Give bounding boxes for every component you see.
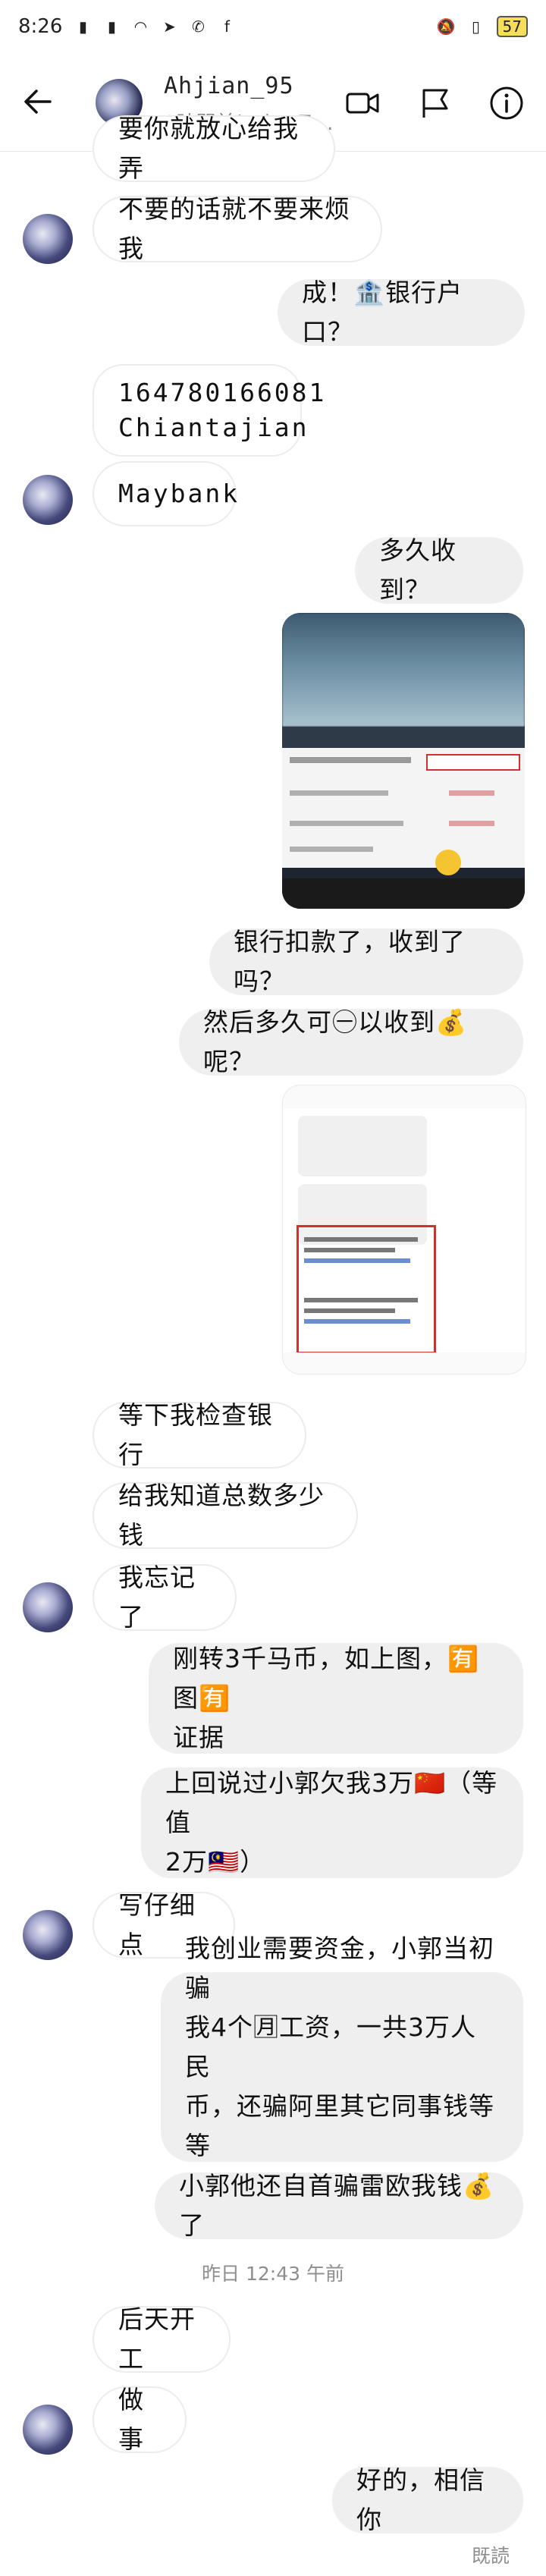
image-bar	[282, 727, 525, 748]
contact-name[interactable]: Ahjian_95	[164, 73, 294, 99]
battery-icon: 57	[496, 16, 528, 37]
sender-avatar[interactable]	[23, 214, 73, 264]
message-text: 2万🇲🇾）	[165, 1847, 266, 1877]
message-text: 164780166081	[118, 378, 327, 407]
incoming-message[interactable]: 给我知道总数多少钱	[93, 1481, 358, 1550]
message-timestamp: 昨日 12:43 午前	[202, 2263, 344, 2285]
image-line	[304, 1308, 395, 1313]
message-text: 银行扣款了，收到了吗？	[234, 927, 466, 996]
signal-icon: ▮	[78, 17, 87, 36]
incoming-message[interactable]: 我忘记了	[93, 1563, 237, 1632]
outgoing-message[interactable]: 上回说过小郭欠我3万🇨🇳（等值 2万🇲🇾）	[141, 1767, 523, 1878]
image-line	[449, 790, 494, 796]
info-icon	[490, 86, 523, 120]
image-input-bar	[283, 1352, 526, 1374]
image-topbar	[283, 1085, 526, 1108]
image-line	[304, 1319, 410, 1324]
message-text: 我4个🈷工资，一共3万人民	[185, 2012, 476, 2081]
arrow-left-icon	[24, 90, 52, 114]
outgoing-message[interactable]: 小郭他还自首骗雷欧我钱💰了	[155, 2171, 523, 2240]
whatsapp-icon: ✆	[192, 17, 205, 36]
incoming-message[interactable]: Maybank	[93, 461, 237, 526]
incoming-message[interactable]: 不要的话就不要来烦我	[93, 194, 382, 263]
outgoing-message[interactable]: 多久收到？	[355, 536, 523, 605]
message-text: 给我知道总数多少钱	[118, 1481, 325, 1550]
sent-image[interactable]	[282, 613, 525, 909]
message-text: 我忘记了	[118, 1563, 196, 1632]
message-text: 然后多久可㊀以收到💰呢？	[203, 1007, 468, 1076]
image-sms	[298, 1116, 427, 1176]
message-text: 成！🏦银行户口？	[302, 278, 463, 347]
image-line	[290, 847, 373, 852]
incoming-message[interactable]: 做事	[93, 2385, 187, 2454]
message-text: 等下我检查银行	[118, 1400, 273, 1469]
message-text: 小郭他还自首骗雷欧我钱💰了	[179, 2171, 495, 2240]
message-text: 币，还骗阿里其它同事钱等等	[185, 2091, 494, 2160]
facebook-icon: f	[224, 17, 230, 36]
outgoing-message[interactable]: 我创业需要资金，小郭当初骗 我4个🈷工资，一共3万人民 币，还骗阿里其它同事钱等…	[161, 1934, 523, 2200]
back-button[interactable]	[17, 80, 59, 123]
vibrate-icon: ▯	[472, 17, 481, 36]
info-button[interactable]	[485, 82, 528, 124]
image-banner	[282, 613, 525, 727]
image-fab	[435, 850, 461, 875]
report-button[interactable]	[414, 82, 457, 124]
message-text: 多久收到？	[379, 536, 457, 605]
sender-avatar[interactable]	[23, 1910, 73, 1960]
clock: 8:26	[18, 15, 63, 38]
message-text: 后天开工	[118, 2304, 196, 2373]
message-text: 不要的话就不要来烦我	[118, 194, 350, 263]
message-text: 我创业需要资金，小郭当初骗	[185, 1934, 494, 2003]
image-line	[290, 821, 403, 826]
image-highlight-box	[426, 754, 520, 771]
image-tabbar	[282, 878, 525, 909]
seen-indicator: 既読	[471, 2545, 510, 2567]
outgoing-message[interactable]: 成！🏦银行户口？	[278, 278, 525, 347]
flag-icon	[422, 89, 448, 118]
telegram-icon: ➤	[163, 17, 176, 36]
image-line	[304, 1258, 410, 1263]
incoming-message[interactable]: 164780166081 Chiantajian	[93, 364, 324, 457]
wifi-icon: ◠	[133, 17, 148, 36]
image-line	[304, 1248, 395, 1252]
mute-icon: 🔕	[436, 17, 456, 36]
incoming-message[interactable]: 后天开工	[93, 2304, 231, 2373]
sent-image[interactable]	[282, 1085, 526, 1374]
message-text: 要你就放心给我弄	[118, 114, 299, 183]
message-text: 刚转3千马币，如上图，🈶图🈶	[173, 1644, 480, 1713]
image-line	[290, 757, 411, 763]
signal-icon-2: ▮	[107, 17, 116, 36]
sender-avatar[interactable]	[23, 1582, 73, 1632]
outgoing-message[interactable]: 好的，相信你	[332, 2465, 523, 2534]
status-bar: 8:26 ▮ ▮ ◠ ➤ ✆ f 🔕 ▯ 57	[0, 0, 546, 53]
message-text: 上回说过小郭欠我3万🇨🇳（等值	[165, 1768, 498, 1837]
message-text: 做事	[118, 2385, 144, 2454]
image-highlight-box	[297, 1225, 436, 1354]
outgoing-message[interactable]: 刚转3千马币，如上图，🈶图🈶 证据	[149, 1643, 523, 1754]
sender-avatar[interactable]	[23, 2405, 73, 2455]
image-line	[449, 821, 494, 826]
message-text: 好的，相信你	[356, 2465, 485, 2534]
image-list	[282, 748, 525, 868]
outgoing-message[interactable]: 银行扣款了，收到了吗？	[209, 927, 523, 996]
outgoing-message[interactable]: 然后多久可㊀以收到💰呢？	[179, 1007, 523, 1076]
incoming-message[interactable]: 要你就放心给我弄	[93, 114, 335, 183]
video-camera-icon	[346, 93, 379, 114]
sender-avatar[interactable]	[23, 475, 73, 525]
incoming-message[interactable]: 等下我检查银行	[93, 1400, 306, 1469]
video-call-button[interactable]	[341, 82, 384, 124]
image-line	[304, 1237, 418, 1242]
image-line	[290, 790, 388, 796]
message-text: Maybank	[118, 479, 240, 508]
message-text: Chiantajian	[118, 413, 309, 442]
message-text: 证据	[173, 1723, 224, 1752]
image-line	[304, 1298, 418, 1302]
